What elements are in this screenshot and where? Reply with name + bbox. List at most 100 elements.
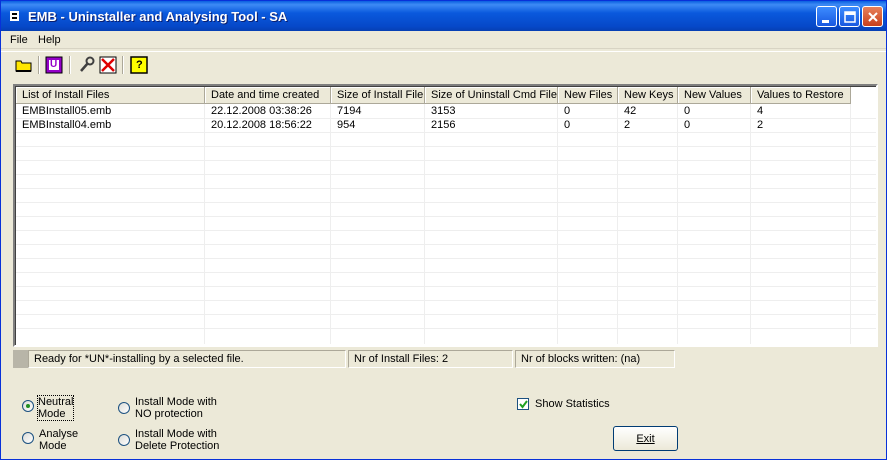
no-protection-mode-radio[interactable] (118, 402, 130, 414)
cell-uninstall-size: 3153 (431, 105, 456, 117)
cell-values-restore: 2 (757, 119, 764, 131)
cell-date-created: 22.12.2008 03:38:26 (211, 105, 312, 117)
analyse-mode-label-line2: Mode (39, 440, 67, 452)
neutral-mode-radio[interactable] (22, 400, 34, 412)
open-folder-icon (15, 60, 32, 72)
menu-help[interactable]: Help (38, 34, 61, 46)
status-indicator (13, 350, 28, 368)
toolbar-separator (38, 56, 40, 74)
close-button[interactable] (862, 6, 883, 27)
tools-button[interactable] (77, 55, 97, 75)
status-blocks-written: Nr of blocks written: (na) (515, 350, 675, 368)
tools-icon (80, 56, 95, 72)
grid-line (16, 146, 876, 147)
neutral-mode-label-line1: Neutral (38, 396, 74, 408)
cell-install-size: 954 (337, 119, 356, 131)
grid-line (424, 104, 425, 344)
list-header: List of Install Files Date and time crea… (16, 87, 851, 104)
title-bar[interactable]: EMB - Uninstaller and Analysing Tool - S… (1, 1, 886, 31)
grid-line (16, 314, 876, 315)
column-header[interactable]: New Files (558, 87, 618, 104)
exit-button-label: Exit (636, 433, 655, 445)
grid-line (16, 174, 876, 175)
column-header[interactable]: New Keys (618, 87, 678, 104)
toolbar: U ? (1, 51, 886, 77)
help-question-label: ? (136, 59, 143, 71)
delete-protection-mode-label[interactable]: Install Mode with Delete Protection (135, 428, 219, 452)
column-header[interactable]: Values to Restore (751, 87, 851, 104)
cell-new-files: 0 (564, 105, 571, 117)
cell-file-name: EMBInstall04.emb (22, 119, 112, 131)
delete-protection-label-line2: Delete Protection (135, 440, 220, 452)
grid-line (16, 258, 876, 259)
column-header[interactable]: List of Install Files (16, 87, 205, 104)
column-header[interactable]: Size of Uninstall Cmd File (425, 87, 558, 104)
install-files-list[interactable]: List of Install Files Date and time crea… (13, 84, 878, 347)
delete-protection-label-line1: Install Mode with (135, 428, 217, 440)
analyse-mode-label[interactable]: Analyse Mode (39, 428, 78, 452)
cell-date-created: 20.12.2008 18:56:22 (211, 119, 312, 131)
minimize-icon (822, 20, 829, 23)
cell-values-restore: 4 (757, 105, 764, 117)
uninstall-u-label: U (50, 59, 58, 70)
grid-line (677, 104, 678, 344)
column-header[interactable]: Size of Install File (331, 87, 425, 104)
status-message: Ready for *UN*-installing by a selected … (28, 350, 346, 368)
radio-selected-dot (26, 404, 30, 408)
toolbar-separator (69, 56, 71, 74)
no-protection-label-line1: Install Mode with (135, 396, 217, 408)
window-title: EMB - Uninstaller and Analysing Tool - S… (28, 9, 288, 24)
grid-line (16, 286, 876, 287)
cell-new-files: 0 (564, 119, 571, 131)
grid-line (16, 160, 876, 161)
list-body: EMBInstall05.emb 22.12.2008 03:38:26 719… (16, 104, 851, 132)
neutral-mode-label-line2: Mode (38, 408, 66, 420)
column-header[interactable]: New Values (678, 87, 751, 104)
cell-uninstall-size: 2156 (431, 119, 456, 131)
cell-file-name: EMBInstall05.emb (22, 105, 112, 117)
toolbar-separator (122, 56, 124, 74)
no-protection-label-line2: NO protection (135, 408, 203, 420)
checkmark-icon (519, 400, 528, 409)
menu-file[interactable]: File (10, 34, 28, 46)
grid-line (557, 104, 558, 344)
help-button[interactable]: ? (129, 55, 149, 75)
cell-new-keys: 2 (624, 119, 631, 131)
maximize-button[interactable] (839, 6, 860, 27)
menu-bar: File Help (1, 31, 886, 49)
table-row[interactable]: EMBInstall04.emb 20.12.2008 18:56:22 954… (16, 118, 851, 132)
grid-line (16, 216, 876, 217)
grid-line (204, 104, 205, 344)
column-header[interactable]: Date and time created (205, 87, 331, 104)
delete-protection-mode-radio[interactable] (118, 434, 130, 446)
grid-line (16, 202, 876, 203)
grid-line (617, 104, 618, 344)
cell-install-size: 7194 (337, 105, 362, 117)
uninstall-button[interactable]: U (44, 55, 64, 75)
analyse-mode-label-line1: Analyse (39, 428, 79, 440)
table-row[interactable]: EMBInstall05.emb 22.12.2008 03:38:26 719… (16, 104, 851, 118)
grid-line (850, 104, 851, 344)
grid-line (16, 328, 876, 329)
show-statistics-checkbox[interactable] (517, 398, 529, 410)
grid-line (16, 132, 876, 133)
close-icon (868, 12, 878, 22)
delete-x-icon (99, 56, 117, 74)
cell-new-values: 0 (684, 119, 691, 131)
grid-line (16, 272, 876, 273)
neutral-mode-label[interactable]: Neutral Mode (36, 395, 75, 421)
grid-line (750, 104, 751, 344)
analyse-mode-radio[interactable] (22, 432, 34, 444)
delete-button[interactable] (98, 55, 118, 75)
grid-line (16, 230, 876, 231)
show-statistics-label[interactable]: Show Statistics (535, 398, 610, 410)
grid-line (16, 188, 876, 189)
no-protection-mode-label[interactable]: Install Mode with NO protection (135, 396, 217, 420)
cell-new-keys: 42 (624, 105, 637, 117)
status-install-files: Nr of Install Files: 2 (348, 350, 513, 368)
open-folder-button[interactable] (14, 55, 34, 75)
main-window: EMB - Uninstaller and Analysing Tool - S… (0, 0, 887, 460)
minimize-button[interactable] (816, 6, 837, 27)
exit-button[interactable]: Exit (613, 426, 678, 451)
grid-line (16, 244, 876, 245)
